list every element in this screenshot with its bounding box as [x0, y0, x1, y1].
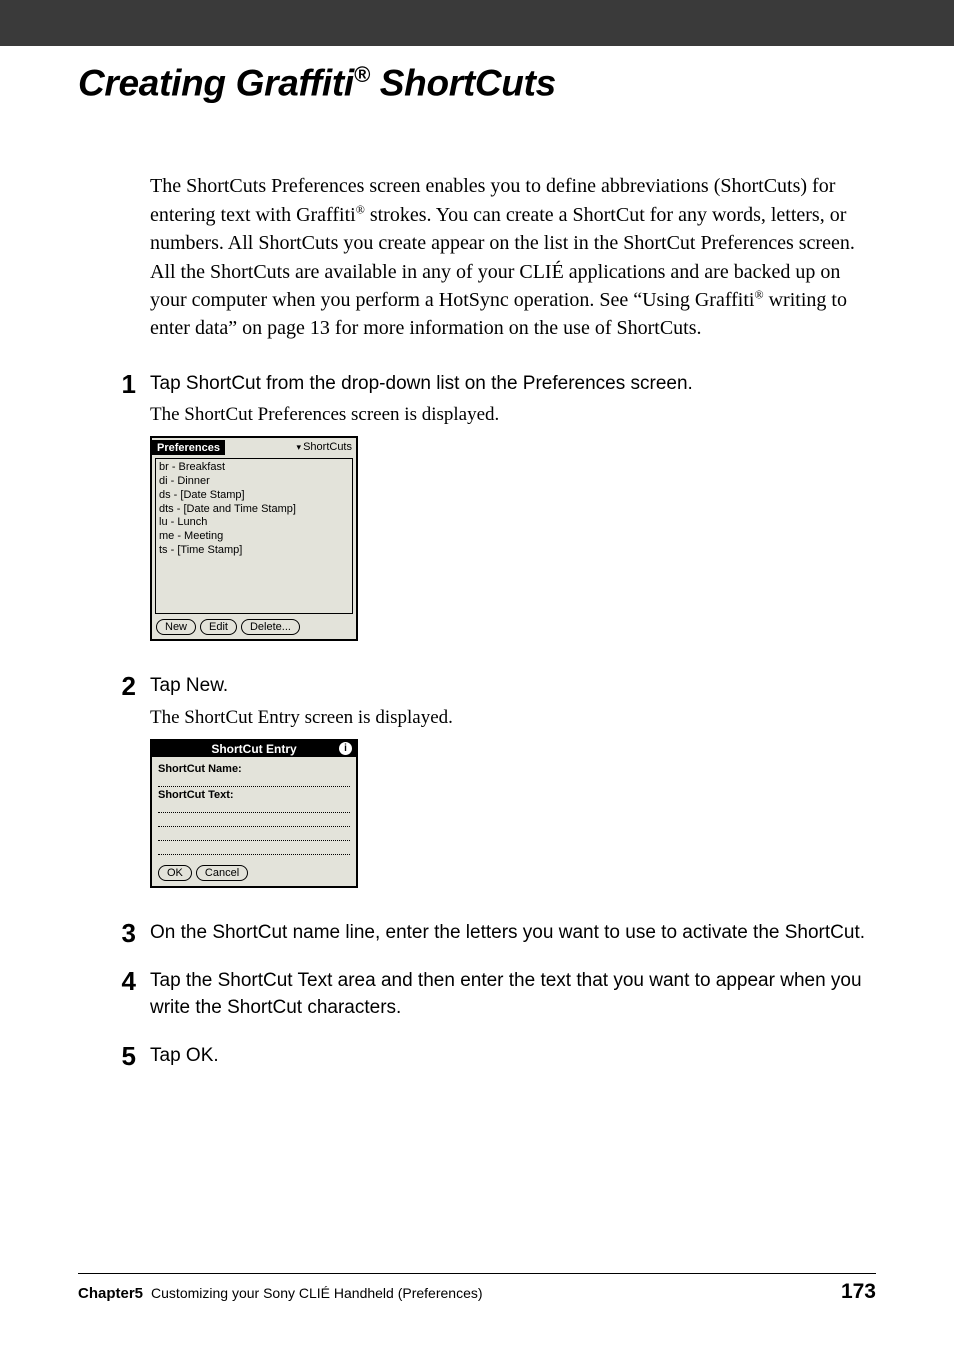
dialog-title: ShortCut Entry — [211, 742, 296, 756]
step-number: 4 — [102, 968, 136, 995]
step-number: 5 — [102, 1043, 136, 1070]
step-4: 4 Tap the ShortCut Text area and then en… — [150, 968, 874, 1024]
list-item[interactable]: dts - [Date and Time Stamp] — [159, 503, 349, 517]
step-number: 3 — [102, 920, 136, 947]
step-subtext: The ShortCut Preferences screen is displ… — [150, 401, 874, 429]
shortcut-entry-screenshot: ShortCut Entry i ShortCut Name: ShortCut… — [150, 739, 358, 888]
step-3: 3 On the ShortCut name line, enter the l… — [150, 920, 874, 950]
page-number: 173 — [841, 1280, 876, 1304]
new-button[interactable]: New — [156, 619, 196, 635]
preferences-screenshot: Preferences ShortCuts br - Breakfast di … — [150, 436, 358, 641]
step-instruction: On the ShortCut name line, enter the let… — [150, 920, 874, 946]
page-title: Creating Graffiti® ShortCuts — [78, 62, 954, 104]
shortcut-name-input[interactable] — [158, 775, 350, 787]
step-instruction: Tap OK. — [150, 1043, 874, 1069]
intro-paragraph: The ShortCuts Preferences screen enables… — [150, 172, 874, 342]
edit-button[interactable]: Edit — [200, 619, 237, 635]
page-footer: Chapter5 Customizing your Sony CLIÉ Hand… — [78, 1273, 876, 1304]
palm-app-title: Preferences — [152, 440, 225, 455]
shortcut-name-label: ShortCut Name: — [158, 763, 350, 775]
content-area: The ShortCuts Preferences screen enables… — [0, 104, 954, 1073]
step-instruction: Tap New. — [150, 673, 874, 699]
list-item[interactable]: ds - [Date Stamp] — [159, 489, 349, 503]
ok-button[interactable]: OK — [158, 865, 192, 881]
step-subtext: The ShortCut Entry screen is displayed. — [150, 704, 874, 732]
chapter-text: Customizing your Sony CLIÉ Handheld (Pre… — [151, 1285, 483, 1301]
info-icon[interactable]: i — [339, 742, 352, 755]
title-block: Creating Graffiti® ShortCuts — [0, 48, 954, 104]
shortcut-list[interactable]: br - Breakfast di - Dinner ds - [Date St… — [155, 458, 353, 614]
list-item[interactable]: di - Dinner — [159, 475, 349, 489]
shortcut-text-input[interactable] — [158, 815, 350, 827]
step-instruction: Tap ShortCut from the drop-down list on … — [150, 371, 874, 397]
step-number: 1 — [102, 371, 136, 398]
cancel-button[interactable]: Cancel — [196, 865, 248, 881]
step-2: 2 Tap New. The ShortCut Entry screen is … — [150, 673, 874, 902]
step-number: 2 — [102, 673, 136, 700]
shortcut-text-input[interactable] — [158, 843, 350, 855]
step-1: 1 Tap ShortCut from the drop-down list o… — [150, 371, 874, 656]
step-5: 5 Tap OK. — [150, 1043, 874, 1073]
chapter-label: Chapter5 — [78, 1285, 143, 1302]
shortcut-text-input[interactable] — [158, 829, 350, 841]
palm-button-row: New Edit Delete... — [152, 616, 356, 639]
step-instruction: Tap the ShortCut Text area and then ente… — [150, 968, 874, 1020]
list-item[interactable]: lu - Lunch — [159, 516, 349, 530]
shortcut-text-label: ShortCut Text: — [158, 789, 350, 801]
top-header-bar — [0, 0, 954, 48]
list-item[interactable]: br - Breakfast — [159, 461, 349, 475]
page: Creating Graffiti® ShortCuts The ShortCu… — [0, 0, 954, 1352]
palm-dropdown[interactable]: ShortCuts — [297, 441, 356, 453]
delete-button[interactable]: Delete... — [241, 619, 300, 635]
list-item[interactable]: ts - [Time Stamp] — [159, 544, 349, 558]
list-item[interactable]: me - Meeting — [159, 530, 349, 544]
shortcut-text-input[interactable] — [158, 801, 350, 813]
dialog-button-row: OK Cancel — [152, 861, 356, 886]
palm-header: Preferences ShortCuts — [152, 438, 356, 456]
dialog-title-bar: ShortCut Entry i — [152, 741, 356, 757]
